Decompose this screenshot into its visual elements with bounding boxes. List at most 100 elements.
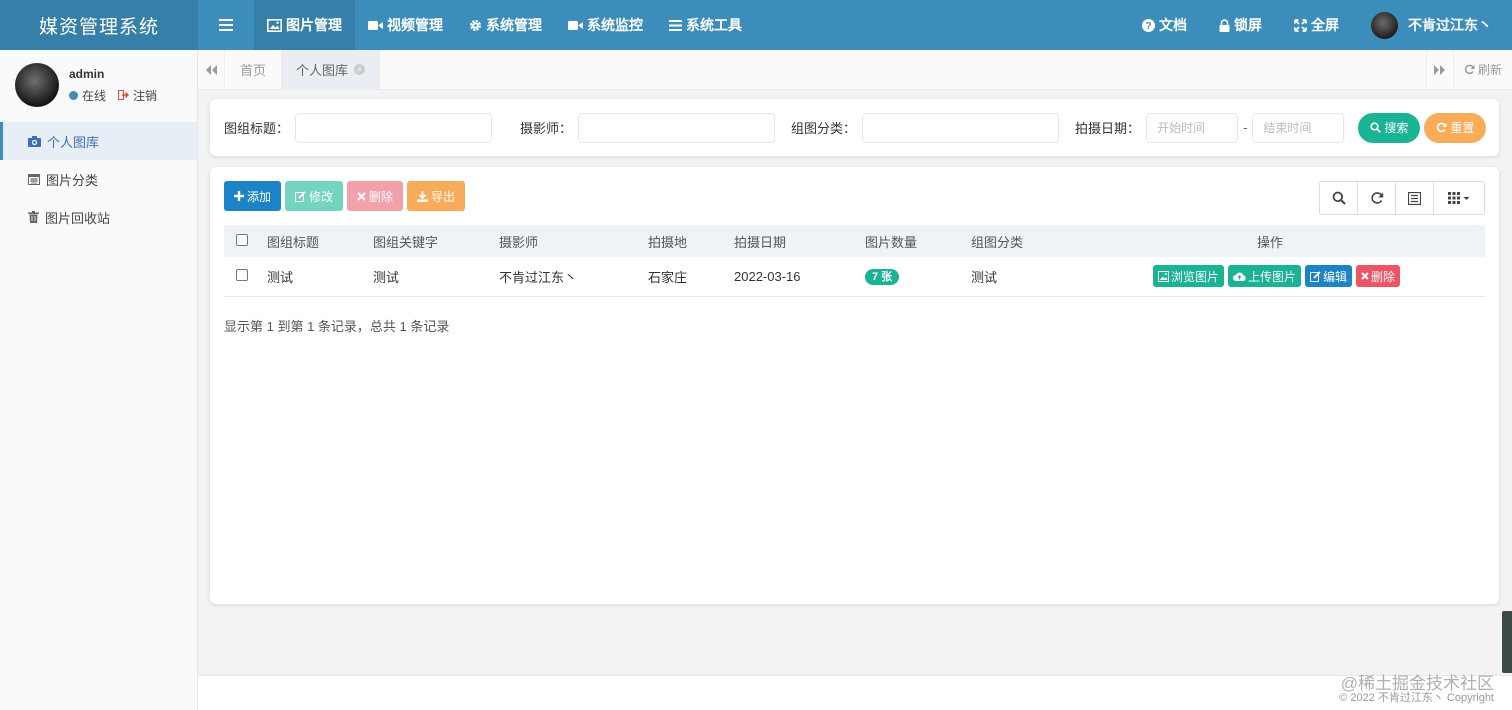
add-button-label: 添加 <box>247 189 272 204</box>
sidebar-item-label: 个人图库 <box>47 134 100 150</box>
reset-button[interactable]: 重置 <box>1424 112 1487 143</box>
search-button-label: 搜索 <box>1384 121 1409 135</box>
delete-button[interactable]: 删除 <box>347 181 404 211</box>
column-header-actions: 操作 <box>1256 234 1283 250</box>
gallery-table: 图组标题 图组关键字 摄影师 拍摄地 拍摄日期 图片数量 组图分类 操作 测试 … <box>224 225 1485 297</box>
table-search-button[interactable] <box>1320 182 1358 214</box>
docs-link[interactable]: ? 文档 <box>1126 0 1203 50</box>
camera-icon <box>28 135 41 147</box>
upload-images-button[interactable]: 上传图片 <box>1227 265 1301 288</box>
tab-scroll-left-icon[interactable] <box>198 49 225 90</box>
row-edit-label: 编辑 <box>1322 269 1347 284</box>
table-header-row: 图组标题 图组关键字 摄影师 拍摄地 拍摄日期 图片数量 组图分类 操作 <box>224 225 1485 257</box>
logout-link[interactable]: 注销 <box>133 87 157 104</box>
online-status-label: 在线 <box>82 88 107 103</box>
search-button[interactable]: 搜索 <box>1358 112 1421 143</box>
cell-keywords: 测试 <box>373 269 400 285</box>
column-header-keywords[interactable]: 图组关键字 <box>365 225 491 257</box>
start-date-input[interactable] <box>1146 112 1239 143</box>
title-search-input[interactable] <box>295 112 493 143</box>
column-header-location[interactable]: 拍摄地 <box>640 225 726 257</box>
image-icon <box>267 18 282 32</box>
avatar <box>1371 11 1398 39</box>
table-row: 测试 测试 不肯过江东丶 石家庄 2022-03-16 7 张 测试 浏览图片 <box>224 257 1485 296</box>
table-columns-dropdown[interactable] <box>1434 182 1484 214</box>
fullscreen-button[interactable]: 全屏 <box>1278 0 1355 50</box>
sidebar-item-recycle-bin[interactable]: 图片回收站 <box>0 198 197 236</box>
docs-label: 文档 <box>1159 17 1187 33</box>
tab-label: 首页 <box>240 63 267 78</box>
sidebar: admin 在线 注销 个人图库 图片分类 图片回收站 <box>0 50 198 710</box>
add-button[interactable]: 添加 <box>224 181 282 211</box>
tab-bar: 首页 个人图库 × 刷新 <box>198 49 1512 90</box>
sign-out-icon[interactable] <box>118 90 130 100</box>
row-actions: 浏览图片 上传图片 编辑 删除 <box>1070 265 1477 288</box>
row-checkbox[interactable] <box>236 268 248 281</box>
video-icon <box>568 20 583 31</box>
photographer-search-input[interactable] <box>578 112 776 143</box>
top-navbar: 媒资管理系统 图片管理 视频管理 系统管理 系统监控 系统工具 ? 文档 锁屏 … <box>0 0 1512 50</box>
table-toggle-view-button[interactable] <box>1396 182 1434 214</box>
avatar <box>15 63 59 107</box>
edit-button[interactable]: 修改 <box>285 181 344 211</box>
calendar-icon <box>28 173 40 185</box>
image-icon <box>1157 270 1169 282</box>
topnav-label: 系统管理 <box>486 17 542 33</box>
plus-icon <box>234 191 244 201</box>
tab-home[interactable]: 首页 <box>225 50 281 90</box>
column-header-photographer[interactable]: 摄影师 <box>491 225 640 257</box>
toolbar: 添加 修改 删除 导出 <box>224 181 466 211</box>
topnav-system-monitor[interactable]: 系统监控 <box>555 0 656 50</box>
column-header-count[interactable]: 图片数量 <box>857 225 963 257</box>
lock-label: 锁屏 <box>1234 17 1262 33</box>
select-all-checkbox[interactable] <box>236 233 248 246</box>
export-button[interactable]: 导出 <box>407 181 466 211</box>
browse-images-label: 浏览图片 <box>1170 269 1219 284</box>
side-widget-handle[interactable] <box>1502 611 1512 673</box>
topnav-image-management[interactable]: 图片管理 <box>254 0 355 50</box>
close-icon[interactable]: × <box>354 64 366 75</box>
category-field-label: 组图分类： <box>791 121 857 136</box>
sidebar-item-image-category[interactable]: 图片分类 <box>0 160 197 198</box>
trash-icon <box>28 211 39 223</box>
row-edit-button[interactable]: 编辑 <box>1304 265 1352 288</box>
user-menu[interactable]: 不肯过江东丶 <box>1355 0 1512 50</box>
footer: © 2022 不肯过江东丶 Copyright <box>198 675 1512 710</box>
sidebar-username: admin <box>69 66 105 81</box>
cell-title: 测试 <box>267 269 294 285</box>
column-header-date[interactable]: 拍摄日期 <box>726 225 857 257</box>
topnav-label: 视频管理 <box>387 17 443 33</box>
online-status-icon <box>69 90 78 100</box>
pagination-info: 显示第 1 到第 1 条记录，总共 1 条记录 <box>224 319 450 334</box>
column-header-category[interactable]: 组图分类 <box>963 225 1062 257</box>
expand-icon <box>1294 18 1307 32</box>
column-header-title[interactable]: 图组标题 <box>259 225 365 257</box>
topnav-system-management[interactable]: 系统管理 <box>456 0 555 50</box>
end-date-input[interactable] <box>1252 112 1345 143</box>
search-icon <box>1332 191 1346 205</box>
edit-icon <box>295 190 306 202</box>
menu-toggle-icon[interactable] <box>198 0 254 50</box>
gear-icon <box>469 19 482 32</box>
lock-screen-button[interactable]: 锁屏 <box>1203 0 1278 50</box>
tab-scroll-right-icon[interactable] <box>1425 49 1453 90</box>
topnav-label: 系统监控 <box>587 17 643 33</box>
tab-personal-gallery[interactable]: 个人图库 × <box>281 49 381 90</box>
date-range-separator: - <box>1243 120 1248 135</box>
topnav-video-management[interactable]: 视频管理 <box>355 0 456 50</box>
brand-logo[interactable]: 媒资管理系统 <box>0 0 198 50</box>
topnav-system-tools[interactable]: 系统工具 <box>656 0 755 50</box>
download-icon <box>417 190 429 202</box>
row-delete-button[interactable]: 删除 <box>1355 265 1400 288</box>
browse-images-button[interactable]: 浏览图片 <box>1152 265 1224 288</box>
date-field-label: 拍摄日期： <box>1075 121 1141 136</box>
sidebar-item-personal-gallery[interactable]: 个人图库 <box>0 122 197 160</box>
category-search-input[interactable] <box>862 112 1060 143</box>
row-delete-label: 删除 <box>1370 269 1395 284</box>
sidebar-item-label: 图片回收站 <box>45 210 111 226</box>
edit-icon <box>1309 271 1321 282</box>
svg-text:?: ? <box>1145 21 1151 32</box>
table-refresh-button[interactable] <box>1358 182 1396 214</box>
title-field-label: 图组标题： <box>224 121 290 136</box>
tab-refresh-button[interactable]: 刷新 <box>1452 49 1512 90</box>
